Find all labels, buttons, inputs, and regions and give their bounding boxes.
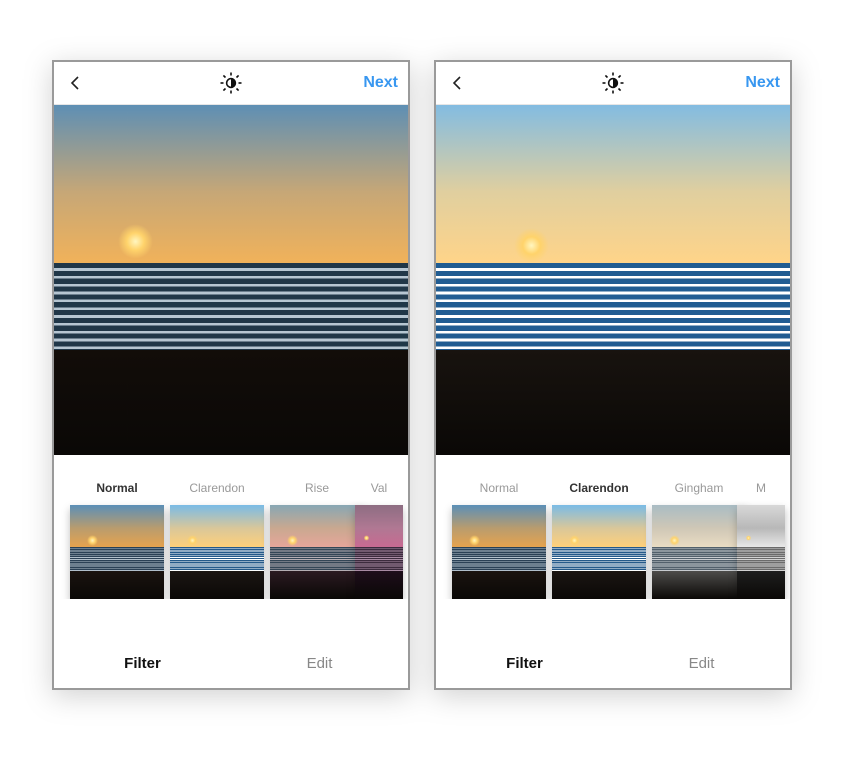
tab-filter[interactable]: Filter <box>436 638 613 688</box>
filter-tile-partial[interactable]: Val <box>370 481 388 599</box>
next-button[interactable]: Next <box>745 74 780 92</box>
filter-thumb <box>170 505 264 599</box>
filter-tile-clarendon[interactable]: Clarendon <box>170 481 264 599</box>
editor-topbar: Next <box>436 62 790 105</box>
back-button[interactable] <box>64 71 88 95</box>
filter-tile-normal[interactable]: Normal <box>70 481 164 599</box>
filter-strip[interactable]: Normal Clarendon Rise Val <box>54 455 408 599</box>
comparison-stage: Next Normal Clarendon Rise <box>52 60 796 696</box>
chevron-left-icon <box>450 75 466 91</box>
filter-tile-clarendon[interactable]: Clarendon <box>552 481 646 599</box>
filter-label: M <box>756 481 766 499</box>
chevron-left-icon <box>68 75 84 91</box>
lux-sun-icon <box>601 71 625 95</box>
bottom-tabs: Filter Edit <box>436 638 790 688</box>
photo-preview[interactable] <box>54 105 408 455</box>
phone-screen-clarendon: Next Normal Clarendon Gingham <box>434 60 792 690</box>
next-button[interactable]: Next <box>363 74 398 92</box>
filter-label: Clarendon <box>569 481 628 499</box>
filter-thumb <box>70 505 164 599</box>
bottom-tabs: Filter Edit <box>54 638 408 688</box>
lux-sun-icon <box>219 71 243 95</box>
lux-button[interactable] <box>599 69 627 97</box>
tab-filter[interactable]: Filter <box>54 638 231 688</box>
preview-sea <box>54 263 408 351</box>
filter-tile-normal[interactable]: Normal <box>452 481 546 599</box>
filter-label: Clarendon <box>189 481 244 499</box>
filter-thumb <box>452 505 546 599</box>
filter-row: Normal Clarendon Rise Val <box>54 481 388 599</box>
filter-label: Normal <box>480 481 519 499</box>
filter-thumb <box>270 505 364 599</box>
filter-label: Gingham <box>675 481 724 499</box>
filter-label: Rise <box>305 481 329 499</box>
phone-screen-normal: Next Normal Clarendon Rise <box>52 60 410 690</box>
editor-topbar: Next <box>54 62 408 105</box>
filter-thumb <box>652 505 746 599</box>
filter-tile-partial[interactable]: M <box>752 481 770 599</box>
lux-button[interactable] <box>217 69 245 97</box>
preview-sea <box>436 263 790 351</box>
filter-label: Normal <box>96 481 137 499</box>
preview-sand <box>54 350 408 455</box>
tab-edit[interactable]: Edit <box>613 638 790 688</box>
filter-row: Normal Clarendon Gingham M <box>436 481 770 599</box>
tab-edit[interactable]: Edit <box>231 638 408 688</box>
filter-thumb <box>737 505 785 599</box>
filter-thumb <box>552 505 646 599</box>
filter-tile-gingham[interactable]: Gingham <box>652 481 746 599</box>
filter-tile-rise[interactable]: Rise <box>270 481 364 599</box>
photo-preview[interactable] <box>436 105 790 455</box>
preview-sand <box>436 350 790 455</box>
back-button[interactable] <box>446 71 470 95</box>
filter-label: Val <box>371 481 387 499</box>
filter-thumb <box>355 505 403 599</box>
filter-strip[interactable]: Normal Clarendon Gingham M <box>436 455 790 599</box>
